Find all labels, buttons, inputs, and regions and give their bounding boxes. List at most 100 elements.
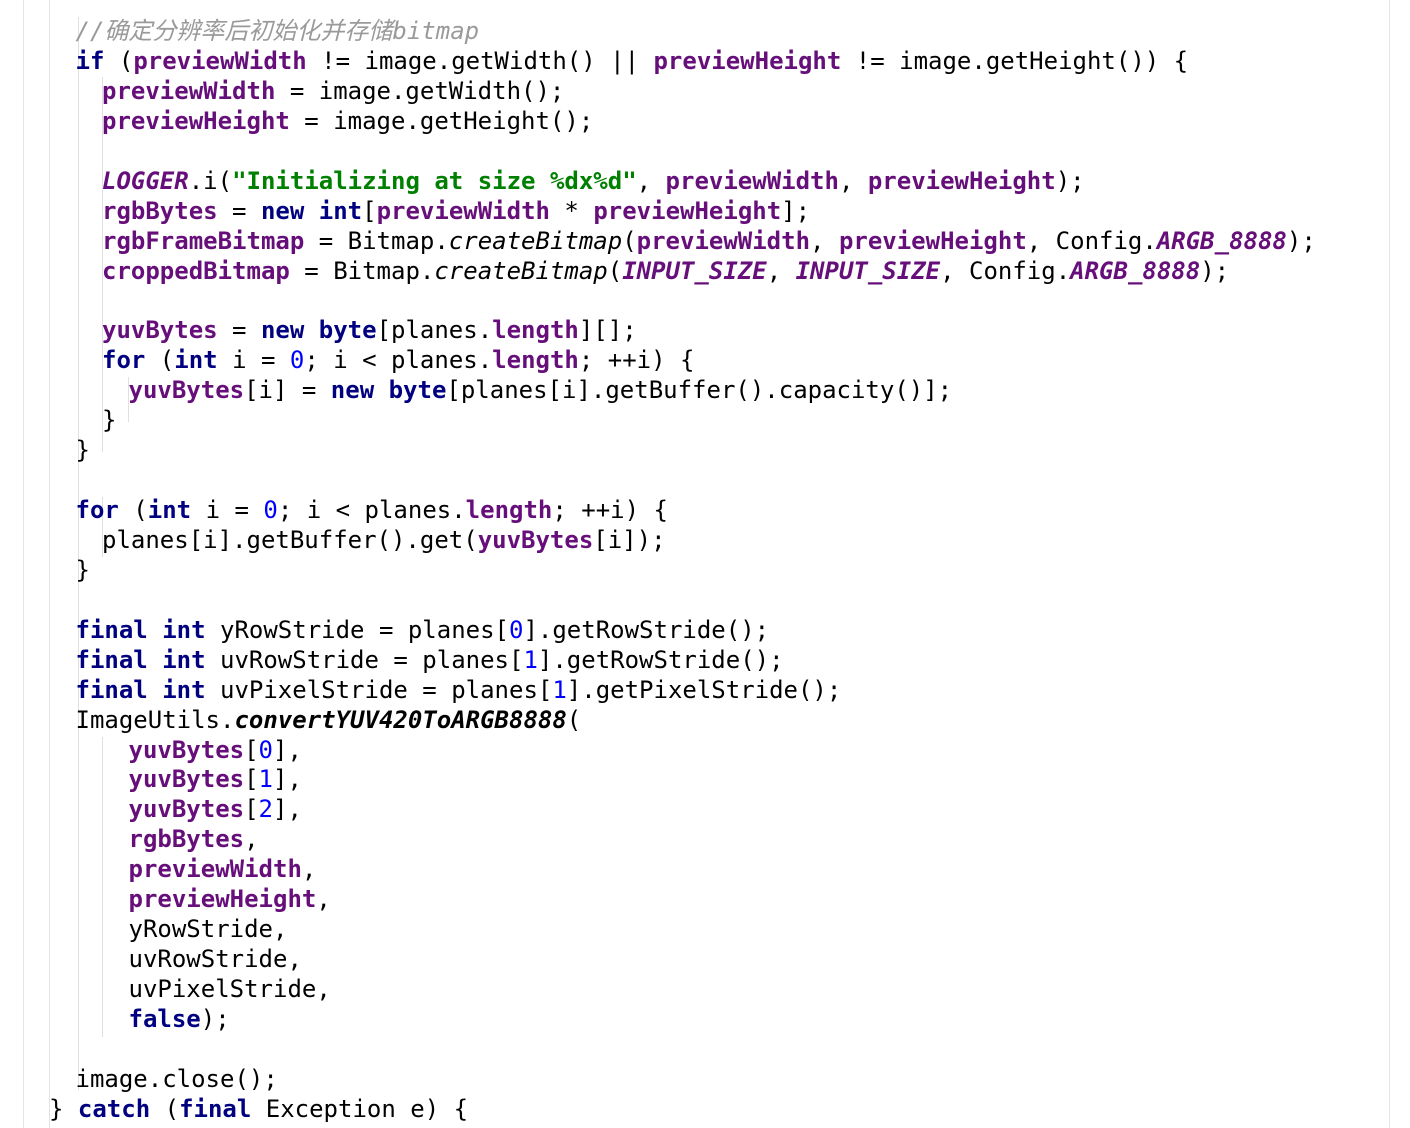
- code-line[interactable]: final int uvPixelStride = planes[1].getP…: [0, 676, 1410, 706]
- code-token-plain: ; ++i) {: [552, 496, 668, 524]
- code-token-plain: ,: [810, 226, 839, 255]
- code-token-plain: (: [566, 705, 582, 734]
- code-token-kw: new: [260, 316, 305, 345]
- code-line[interactable]: rgbBytes = new int[previewWidth * previe…: [0, 197, 1410, 227]
- code-line[interactable]: yuvBytes[2],: [0, 795, 1410, 825]
- code-token-plain: (: [145, 346, 175, 375]
- code-token-id: previewHeight: [593, 196, 782, 225]
- code-token-kw: final: [75, 615, 148, 644]
- code-token-plain: , Config.: [1026, 226, 1157, 255]
- code-token-plain: );: [1055, 166, 1085, 195]
- code-token-plain: ,: [766, 256, 796, 285]
- code-line[interactable]: if (previewWidth != image.getWidth() || …: [0, 47, 1410, 77]
- code-line[interactable]: yuvBytes = new byte[planes.length][];: [0, 316, 1410, 346]
- code-token-id: yuvBytes: [128, 376, 245, 405]
- code-token-id: previewWidth: [102, 76, 276, 105]
- code-token-mib: convertYUV420ToARGB8888: [234, 705, 567, 734]
- code-token-plain: [: [244, 735, 259, 764]
- code-line[interactable]: previewHeight = image.getHeight();: [0, 107, 1410, 137]
- code-token-kw: int: [162, 615, 206, 644]
- code-line[interactable]: false);: [0, 1005, 1410, 1035]
- code-token-plain: ].getRowStride();: [537, 645, 784, 674]
- code-token-mi: createBitmap: [448, 226, 623, 255]
- code-line[interactable]: uvPixelStride,: [0, 975, 1410, 1005]
- code-line[interactable]: [0, 586, 1410, 616]
- code-token-plain: =: [217, 196, 261, 225]
- code-token-num: 0: [509, 615, 524, 644]
- code-token-id: previewWidth: [128, 855, 302, 884]
- code-line[interactable]: }: [0, 556, 1410, 586]
- code-token-plain: =: [217, 316, 261, 345]
- code-token-plain: [planes[i].getBuffer().capacity()];: [446, 376, 953, 405]
- code-line[interactable]: previewHeight,: [0, 885, 1410, 915]
- code-line[interactable]: yuvBytes[0],: [0, 736, 1410, 766]
- code-line[interactable]: } catch (final Exception e) {: [0, 1095, 1410, 1125]
- code-token-plain: );: [200, 1004, 230, 1033]
- code-token-plain: [: [244, 765, 259, 794]
- code-token-id: previewWidth: [636, 226, 811, 255]
- code-token-plain: ,: [244, 825, 259, 854]
- code-token-plain: (: [622, 226, 637, 255]
- code-token-id: length: [465, 496, 553, 524]
- code-line[interactable]: yuvBytes[1],: [0, 765, 1410, 795]
- code-token-plain: ; i < planes.: [304, 346, 493, 375]
- code-line[interactable]: //确定分辨率后初始化并存储bitmap: [0, 17, 1410, 47]
- code-token-num: 0: [263, 496, 278, 524]
- code-token-id: croppedBitmap: [102, 256, 290, 285]
- code-token-id: yuvBytes: [102, 316, 218, 345]
- code-token-kw: catch: [77, 1094, 151, 1123]
- code-line[interactable]: rgbFrameBitmap = Bitmap.createBitmap(pre…: [0, 227, 1410, 257]
- code-token-plain: ,: [838, 166, 868, 195]
- code-line[interactable]: final int uvRowStride = planes[1].getRow…: [0, 646, 1410, 676]
- code-line[interactable]: yRowStride,: [0, 915, 1410, 945]
- code-token-plain: uvPixelStride = planes[: [205, 675, 553, 704]
- code-line[interactable]: croppedBitmap = Bitmap.createBitmap(INPU…: [0, 257, 1410, 287]
- code-line[interactable]: }: [0, 406, 1410, 436]
- code-line[interactable]: for (int i = 0; i < planes.length; ++i) …: [0, 346, 1410, 376]
- code-token-plain: );: [1200, 256, 1230, 285]
- code-line[interactable]: previewWidth = image.getWidth();: [0, 77, 1410, 107]
- code-token-plain: ,: [301, 855, 317, 884]
- code-line[interactable]: planes[i].getBuffer().get(yuvBytes[i]);: [0, 526, 1410, 556]
- code-token-plain: [i] =: [244, 376, 331, 405]
- code-token-kw: for: [102, 346, 146, 375]
- code-line[interactable]: rgbBytes,: [0, 825, 1410, 855]
- code-token-idi: INPUT_SIZE: [795, 256, 941, 285]
- code-token-id: rgbBytes: [102, 196, 218, 225]
- code-token-plain: );: [1286, 226, 1316, 255]
- code-token-plain: ];: [781, 196, 811, 225]
- code-line[interactable]: [0, 286, 1410, 316]
- code-token-plain: ,: [316, 885, 331, 914]
- code-token-num: 0: [289, 346, 305, 375]
- code-line[interactable]: LOGGER.i("Initializing at size %dx%d", p…: [0, 167, 1410, 197]
- code-token-kw: final: [75, 675, 148, 704]
- code-line[interactable]: for (int i = 0; i < planes.length; ++i) …: [0, 496, 1410, 526]
- code-token-plain: ImageUtils.: [75, 705, 235, 734]
- code-token-plain: uvRowStride = planes[: [205, 645, 524, 674]
- code-line[interactable]: }: [0, 436, 1410, 466]
- code-line[interactable]: [0, 466, 1410, 496]
- code-token-id: previewHeight: [838, 226, 1027, 255]
- code-line[interactable]: [0, 1035, 1410, 1065]
- code-editor-view: //确定分辨率后初始化并存储bitmap if (previewWidth != …: [0, 0, 1410, 1128]
- code-token-id: previewWidth: [133, 46, 307, 75]
- code-token-id: rgbFrameBitmap: [102, 226, 305, 255]
- code-token-id: previewHeight: [128, 885, 317, 914]
- code-line[interactable]: image.close();: [0, 1065, 1410, 1095]
- code-line[interactable]: ImageUtils.convertYUV420ToARGB8888(: [0, 706, 1410, 736]
- code-token-plain: = Bitmap.: [304, 226, 449, 255]
- code-line[interactable]: previewWidth,: [0, 855, 1410, 885]
- code-line[interactable]: uvRowStride,: [0, 945, 1410, 975]
- code-line[interactable]: yuvBytes[i] = new byte[planes[i].getBuff…: [0, 376, 1410, 406]
- code-token-plain: *: [549, 196, 594, 225]
- code-line[interactable]: [0, 137, 1410, 167]
- code-line[interactable]: final int yRowStride = planes[0].getRowS…: [0, 616, 1410, 646]
- code-token-plain: }: [75, 555, 90, 584]
- code-token-plain: (: [118, 496, 148, 524]
- code-token-plain: (: [607, 256, 623, 285]
